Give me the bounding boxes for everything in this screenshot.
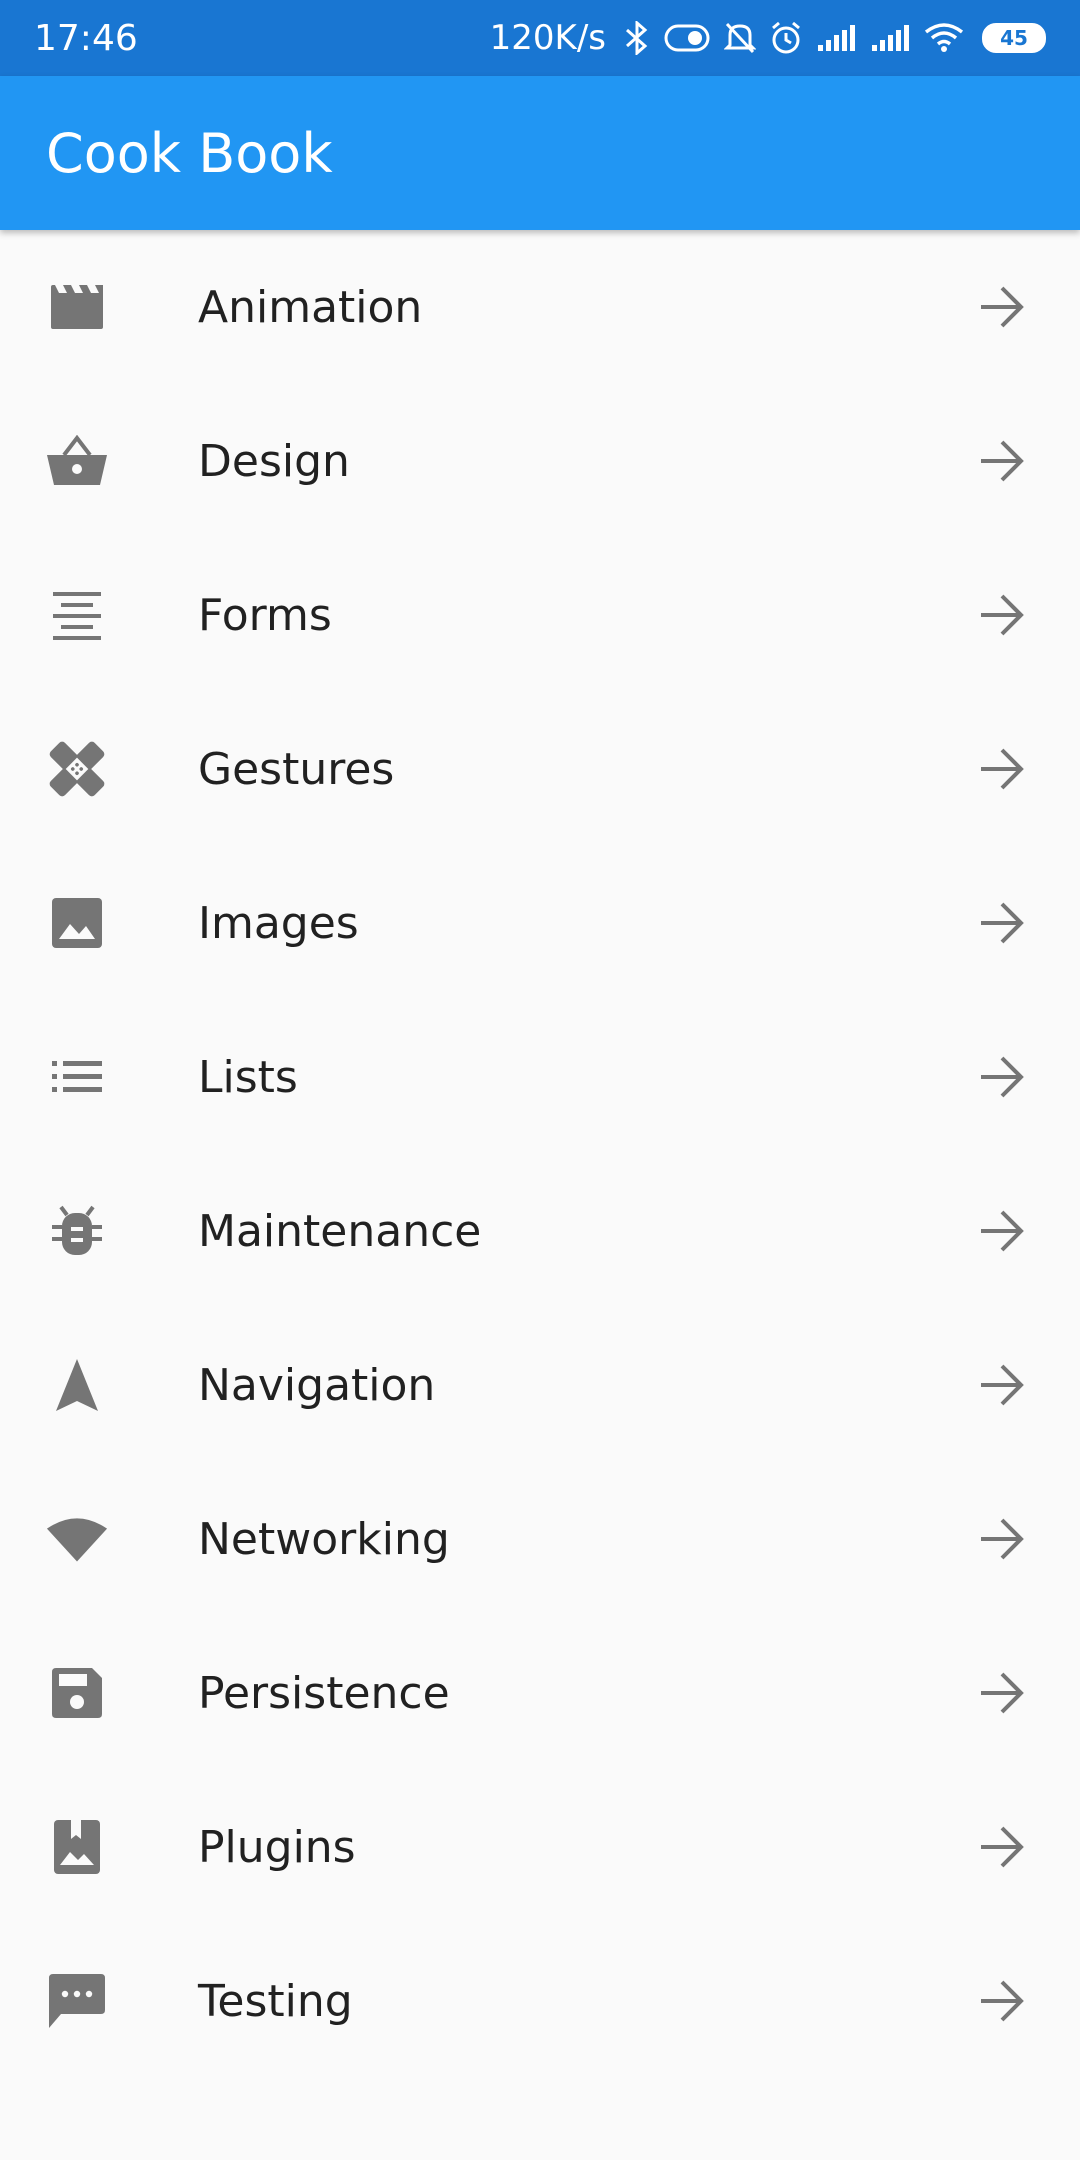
list-icon — [46, 1046, 108, 1108]
movie-icon — [46, 276, 108, 338]
signal-icon — [816, 23, 856, 53]
format-align-center-icon — [46, 584, 108, 646]
bandage-icon — [46, 738, 108, 800]
list-item-plugins[interactable]: Plugins — [0, 1770, 1080, 1924]
save-icon — [46, 1662, 108, 1724]
arrow-forward-icon — [976, 1975, 1028, 2027]
battery-icon: 45 — [982, 23, 1046, 53]
toggle-icon — [664, 24, 710, 52]
wifi-icon — [924, 22, 964, 54]
list-item-label: Persistence — [198, 1667, 450, 1719]
app-bar: Cook Book — [0, 76, 1080, 230]
list-item-label: Plugins — [198, 1821, 356, 1873]
list-item-navigation[interactable]: Navigation — [0, 1308, 1080, 1462]
arrow-forward-icon — [976, 281, 1028, 333]
cookbook-list: Animation Design Forms Gestures Images L… — [0, 230, 1080, 2078]
navigation-icon — [46, 1354, 108, 1416]
arrow-forward-icon — [976, 1359, 1028, 1411]
list-item-label: Forms — [198, 589, 332, 641]
list-item-animation[interactable]: Animation — [0, 230, 1080, 384]
arrow-forward-icon — [976, 1513, 1028, 1565]
notifications-off-icon — [724, 21, 756, 55]
basket-icon — [46, 430, 108, 492]
list-item-lists[interactable]: Lists — [0, 1000, 1080, 1154]
app-title: Cook Book — [46, 121, 333, 185]
bluetooth-icon — [624, 21, 650, 55]
list-item-design[interactable]: Design — [0, 384, 1080, 538]
bug-icon — [46, 1200, 108, 1262]
list-item-label: Gestures — [198, 743, 395, 795]
list-item-networking[interactable]: Networking — [0, 1462, 1080, 1616]
arrow-forward-icon — [976, 897, 1028, 949]
arrow-forward-icon — [976, 435, 1028, 487]
list-item-label: Lists — [198, 1051, 298, 1103]
arrow-forward-icon — [976, 1821, 1028, 1873]
list-item-label: Testing — [198, 1975, 353, 2027]
status-time: 17:46 — [34, 17, 138, 59]
signal-icon — [870, 23, 910, 53]
list-item-testing[interactable]: Testing — [0, 1924, 1080, 2078]
arrow-forward-icon — [976, 1051, 1028, 1103]
list-item-gestures[interactable]: Gestures — [0, 692, 1080, 846]
list-item-label: Maintenance — [198, 1205, 482, 1257]
arrow-forward-icon — [976, 1205, 1028, 1257]
list-item-images[interactable]: Images — [0, 846, 1080, 1000]
list-item-persistence[interactable]: Persistence — [0, 1616, 1080, 1770]
list-item-maintenance[interactable]: Maintenance — [0, 1154, 1080, 1308]
list-item-label: Design — [198, 435, 350, 487]
photo-album-icon — [46, 1816, 108, 1878]
list-item-forms[interactable]: Forms — [0, 538, 1080, 692]
list-item-label: Navigation — [198, 1359, 436, 1411]
list-item-label: Images — [198, 897, 359, 949]
arrow-forward-icon — [976, 1667, 1028, 1719]
arrow-forward-icon — [976, 589, 1028, 641]
status-icons: 120K/s 45 — [490, 18, 1046, 58]
alarm-icon — [770, 21, 802, 55]
arrow-forward-icon — [976, 743, 1028, 795]
status-bar: 17:46 120K/s 45 — [0, 0, 1080, 76]
image-icon — [46, 892, 108, 954]
message-icon — [46, 1970, 108, 2032]
list-item-label: Networking — [198, 1513, 450, 1565]
wifi-icon — [46, 1508, 108, 1570]
list-item-label: Animation — [198, 281, 423, 333]
network-speed: 120K/s — [489, 18, 606, 58]
